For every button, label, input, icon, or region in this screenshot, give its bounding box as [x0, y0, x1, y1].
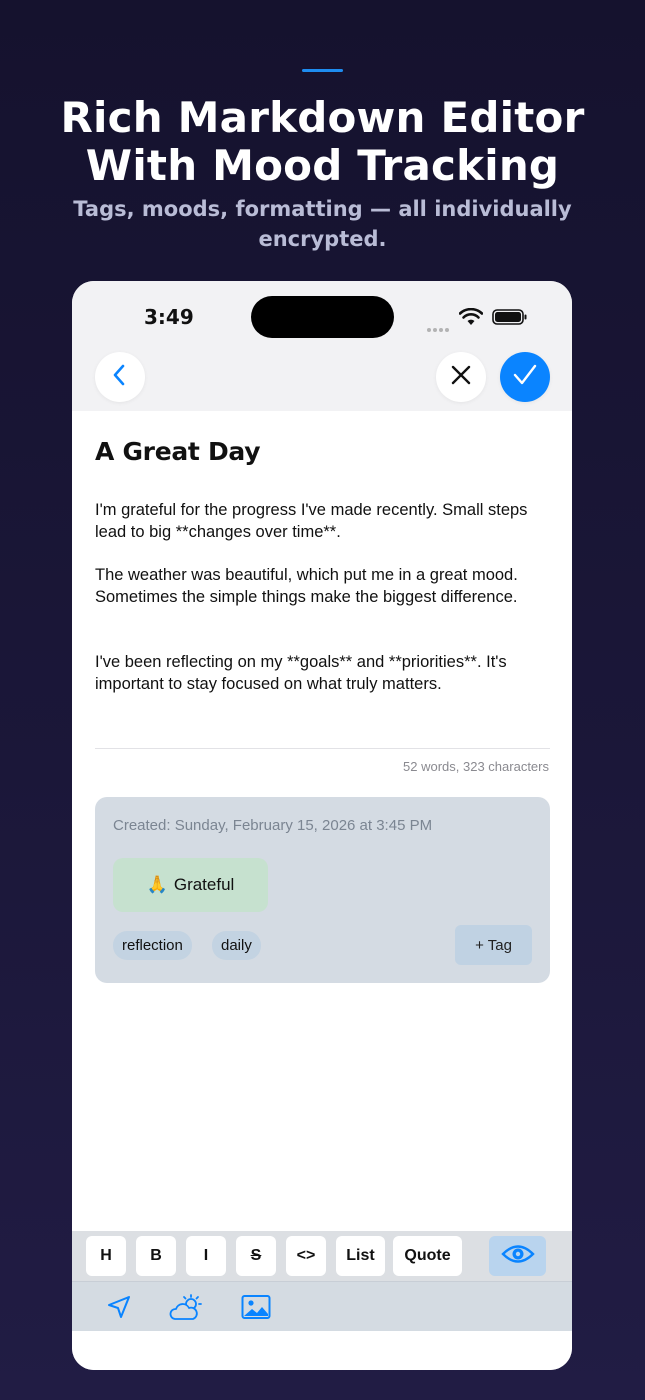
- headline-line-2: With Mood Tracking: [85, 141, 560, 190]
- format-toolbar: H B I S <> List Quote: [72, 1231, 572, 1281]
- close-icon: [450, 364, 472, 391]
- promo-headline: Rich Markdown Editor With Mood Tracking: [0, 94, 645, 190]
- battery-icon: [492, 309, 528, 330]
- add-tag-button[interactable]: + Tag: [455, 925, 532, 965]
- dynamic-island: [251, 296, 394, 338]
- italic-button[interactable]: I: [186, 1236, 226, 1276]
- wifi-icon: [458, 307, 484, 331]
- entry-title[interactable]: A Great Day: [95, 437, 261, 466]
- bottom-safe-area: [72, 1331, 572, 1370]
- save-button[interactable]: [500, 352, 550, 402]
- checkmark-icon: [512, 363, 538, 392]
- entry-meta-card: Created: Sunday, February 15, 2026 at 3:…: [95, 797, 550, 983]
- list-button[interactable]: List: [336, 1236, 385, 1276]
- promo-subhead: Tags, moods, formatting — all individual…: [60, 194, 585, 254]
- preview-toggle-button[interactable]: [489, 1236, 546, 1276]
- chevron-left-icon: [111, 363, 129, 392]
- subhead-line-1: Tags, moods, formatting — all individual…: [73, 197, 572, 221]
- entry-paragraph[interactable]: I've been reflecting on my **goals** and…: [95, 651, 551, 695]
- headline-line-1: Rich Markdown Editor: [60, 93, 585, 142]
- heading-button[interactable]: H: [86, 1236, 126, 1276]
- quote-button[interactable]: Quote: [393, 1236, 462, 1276]
- status-time: 3:49: [144, 305, 194, 329]
- weather-icon[interactable]: [169, 1294, 207, 1327]
- cellular-signal-icon: [427, 319, 451, 337]
- location-arrow-icon[interactable]: [106, 1294, 132, 1325]
- close-button[interactable]: [436, 352, 486, 402]
- status-bar: 3:49: [72, 281, 572, 411]
- word-count: 52 words, 323 characters: [403, 759, 549, 774]
- created-date: Created: Sunday, February 15, 2026 at 3:…: [113, 817, 433, 834]
- back-button[interactable]: [95, 352, 145, 402]
- mood-chip[interactable]: 🙏 Grateful: [113, 858, 268, 912]
- bold-button[interactable]: B: [136, 1236, 176, 1276]
- entry-paragraph[interactable]: I'm grateful for the progress I've made …: [95, 499, 551, 543]
- insert-toolbar: [72, 1281, 572, 1331]
- divider: [95, 748, 550, 749]
- accent-line: [302, 69, 343, 72]
- code-button[interactable]: <>: [286, 1236, 326, 1276]
- praying-hands-icon: 🙏: [146, 875, 168, 894]
- tag-chip[interactable]: reflection: [113, 931, 192, 960]
- mood-label: Grateful: [173, 875, 235, 894]
- eye-icon: [500, 1243, 535, 1270]
- strikethrough-button[interactable]: S: [236, 1236, 276, 1276]
- entry-paragraph[interactable]: The weather was beautiful, which put me …: [95, 564, 551, 608]
- phone-screen: 3:49 A Great Day I'm grateful for the pr…: [72, 281, 572, 1370]
- subhead-line-2: encrypted.: [258, 227, 387, 251]
- tag-chip[interactable]: daily: [212, 931, 261, 960]
- image-icon[interactable]: [241, 1294, 271, 1325]
